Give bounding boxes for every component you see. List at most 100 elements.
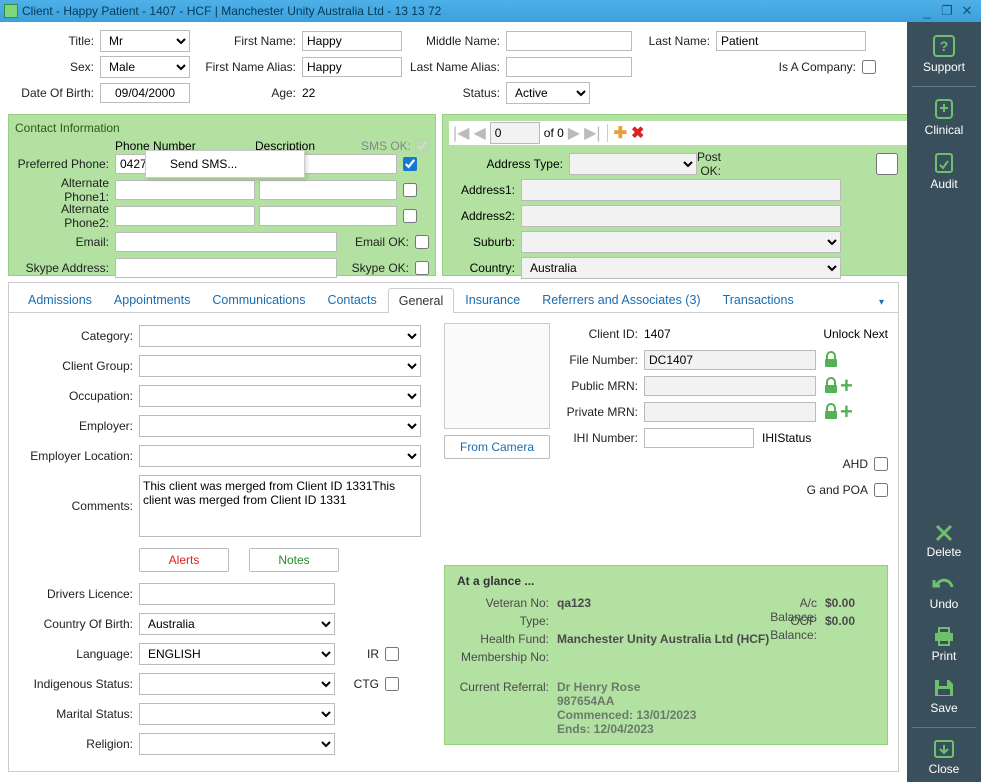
last-name-input[interactable] xyxy=(716,31,866,51)
address2-label: Address2: xyxy=(449,209,521,223)
suburb-select[interactable] xyxy=(521,231,841,253)
first-name-label: First Name: xyxy=(198,34,302,48)
ihi-number-input[interactable] xyxy=(644,428,754,448)
client-group-label: Client Group: xyxy=(19,359,139,373)
context-menu: Send SMS... xyxy=(145,150,305,178)
delete-address-icon[interactable]: ✖ xyxy=(631,123,644,143)
close-button[interactable]: Close xyxy=(912,734,976,782)
ctg-checkbox[interactable] xyxy=(385,677,399,691)
comments-textarea[interactable]: This client was merged from Client ID 13… xyxy=(139,475,421,537)
ac-balance-label: A/c Balance: xyxy=(757,596,825,614)
alt-phone2-label: Alternate Phone2: xyxy=(15,202,115,230)
alerts-button[interactable]: Alerts xyxy=(139,548,229,572)
alt-desc1-input[interactable] xyxy=(259,180,397,200)
alt-desc2-input[interactable] xyxy=(259,206,397,226)
demographics: Title: Mr First Name: Middle Name: Last … xyxy=(8,28,899,106)
private-mrn-input[interactable] xyxy=(644,402,816,422)
country-select[interactable]: Australia xyxy=(521,257,841,279)
lock-icon[interactable] xyxy=(822,351,840,369)
middle-name-input[interactable] xyxy=(506,31,632,51)
tab-appointments[interactable]: Appointments xyxy=(103,287,201,312)
add-address-icon[interactable]: ✚ xyxy=(614,123,627,143)
tab-communications[interactable]: Communications xyxy=(201,287,316,312)
last-alias-input[interactable] xyxy=(506,57,632,77)
status-select[interactable]: Active xyxy=(506,82,590,104)
employer-loc-select[interactable] xyxy=(139,445,421,467)
post-ok-checkbox[interactable] xyxy=(727,153,907,175)
drivers-licence-input[interactable] xyxy=(139,583,335,605)
religion-label: Religion: xyxy=(19,737,139,751)
lock-icon[interactable] xyxy=(822,377,840,395)
lock-icon[interactable] xyxy=(822,403,840,421)
tab-contacts[interactable]: Contacts xyxy=(316,287,387,312)
notes-button[interactable]: Notes xyxy=(249,548,339,572)
delete-button[interactable]: Delete xyxy=(912,517,976,565)
email-ok-checkbox[interactable] xyxy=(415,235,429,249)
send-sms-menu-item[interactable]: Send SMS... xyxy=(146,151,304,177)
maximize-button[interactable]: ❐ xyxy=(937,3,957,19)
occupation-label: Occupation: xyxy=(19,389,139,403)
private-mrn-label: Private MRN: xyxy=(566,405,644,419)
nav-next-icon[interactable]: ▶ xyxy=(568,123,580,143)
preferred-sms-checkbox[interactable] xyxy=(403,157,417,171)
middle-name-label: Middle Name: xyxy=(406,34,506,48)
clinical-button[interactable]: Clinical xyxy=(912,93,976,143)
skype-input[interactable] xyxy=(115,258,337,278)
is-company-checkbox[interactable] xyxy=(862,60,876,74)
file-number-input[interactable] xyxy=(644,350,816,370)
save-button[interactable]: Save xyxy=(912,673,976,721)
minimize-button[interactable]: _ xyxy=(917,4,937,19)
alt2-sms-checkbox[interactable] xyxy=(403,209,417,223)
title-select[interactable]: Mr xyxy=(100,30,190,52)
email-input[interactable] xyxy=(115,232,337,252)
occupation-select[interactable] xyxy=(139,385,421,407)
category-select[interactable] xyxy=(139,325,421,347)
clinical-icon xyxy=(930,97,958,121)
skype-ok-checkbox[interactable] xyxy=(415,261,429,275)
tab-general[interactable]: General xyxy=(388,288,454,313)
address1-input[interactable] xyxy=(521,179,841,201)
address-page-input[interactable] xyxy=(490,122,540,144)
nav-first-icon[interactable]: |◀ xyxy=(453,123,469,143)
tabs-overflow-icon[interactable]: ▾ xyxy=(873,293,890,312)
tab-admissions[interactable]: Admissions xyxy=(17,287,103,312)
tab-referrers[interactable]: Referrers and Associates (3) xyxy=(531,287,711,312)
first-name-input[interactable] xyxy=(302,31,402,51)
nav-last-icon[interactable]: ▶| xyxy=(584,123,600,143)
undo-button[interactable]: Undo xyxy=(912,569,976,617)
ir-checkbox[interactable] xyxy=(385,647,399,661)
gpoa-checkbox[interactable] xyxy=(874,483,888,497)
religion-select[interactable] xyxy=(139,733,335,755)
close-window-button[interactable]: ✕ xyxy=(957,3,977,19)
marital-select[interactable] xyxy=(139,703,335,725)
dob-input[interactable] xyxy=(100,83,190,103)
alt1-sms-checkbox[interactable] xyxy=(403,183,417,197)
support-button[interactable]: ? Support xyxy=(912,30,976,80)
ahd-checkbox[interactable] xyxy=(874,457,888,471)
public-mrn-input[interactable] xyxy=(644,376,816,396)
audit-button[interactable]: Audit xyxy=(912,147,976,197)
add-private-mrn-icon[interactable]: + xyxy=(840,403,853,421)
address2-input[interactable] xyxy=(521,205,841,227)
alt-phone1-input[interactable] xyxy=(115,180,255,200)
client-group-select[interactable] xyxy=(139,355,421,377)
first-alias-input[interactable] xyxy=(302,57,402,77)
add-public-mrn-icon[interactable]: + xyxy=(840,377,853,395)
tab-insurance[interactable]: Insurance xyxy=(454,287,531,312)
drivers-licence-label: Drivers Licence: xyxy=(19,587,139,601)
employer-select[interactable] xyxy=(139,415,421,437)
cob-select[interactable]: Australia xyxy=(139,613,335,635)
tabs-container: Admissions Appointments Communications C… xyxy=(8,282,899,772)
alt-phone2-input[interactable] xyxy=(115,206,255,226)
from-camera-button[interactable]: From Camera xyxy=(444,435,550,459)
sex-select[interactable]: Male xyxy=(100,56,190,78)
tab-transactions[interactable]: Transactions xyxy=(712,287,805,312)
ahd-label: AHD xyxy=(843,457,874,471)
nav-prev-icon[interactable]: ◀ xyxy=(473,123,485,143)
print-button[interactable]: Print xyxy=(912,621,976,669)
veteran-no-value: qa123 xyxy=(557,596,757,614)
oop-balance-label: OOP Balance: xyxy=(757,614,825,632)
address-type-select[interactable] xyxy=(569,153,697,175)
indigenous-select[interactable] xyxy=(139,673,335,695)
language-select[interactable]: ENGLISH xyxy=(139,643,335,665)
